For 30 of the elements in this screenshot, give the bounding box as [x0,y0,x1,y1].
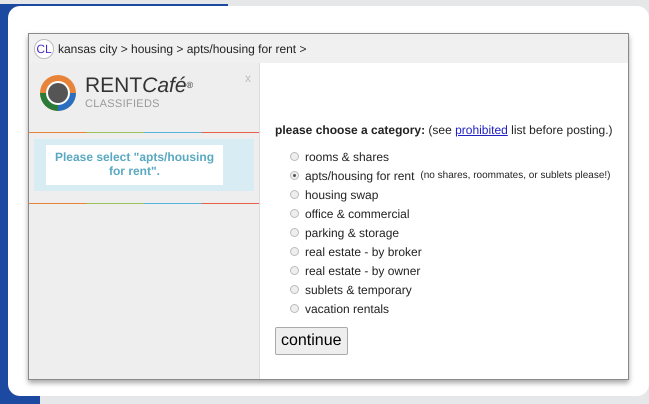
option-label[interactable]: sublets & temporary [305,280,412,298]
option-label[interactable]: vacation rentals [305,300,390,318]
radio-button[interactable] [290,209,299,218]
prohibited-link[interactable]: prohibited [455,123,508,137]
continue-button[interactable]: continue [275,327,348,355]
option-label[interactable]: housing swap [305,186,378,204]
radio-button[interactable] [290,152,299,161]
note-text: (see [428,123,452,137]
option-label[interactable]: apts/housing for rent [305,166,414,184]
note-text: list before posting.) [511,123,613,137]
radio-button[interactable] [290,190,299,199]
radio-button[interactable] [290,285,299,294]
option-label[interactable]: office & commercial [305,204,410,222]
breadcrumb: kansas city > housing > apts/housing for rent > [58,40,306,58]
option-label[interactable]: parking & storage [305,224,400,242]
option-note: (no shares, roommates, or sublets please!) [420,169,610,183]
notice-text: Please select "apts/housing for rent". [46,145,223,185]
brand-name: RENTCafé$^{®}$ [85,75,194,96]
radio-button[interactable] [290,228,299,237]
logo-icon [39,74,77,112]
brand-subtitle: CLASSIFIEDS [85,97,161,112]
option-label[interactable]: rooms & shares [305,148,390,166]
option-label[interactable]: real estate - by owner [305,262,420,280]
radio-button[interactable] [290,247,299,256]
form-heading: please choose a category: [275,123,426,137]
site-logo[interactable]: CL [34,38,54,58]
radio-button[interactable] [290,304,299,313]
radio-button[interactable] [290,266,299,275]
radio-button[interactable] [290,171,299,180]
option-label[interactable]: real estate - by broker [305,242,422,260]
